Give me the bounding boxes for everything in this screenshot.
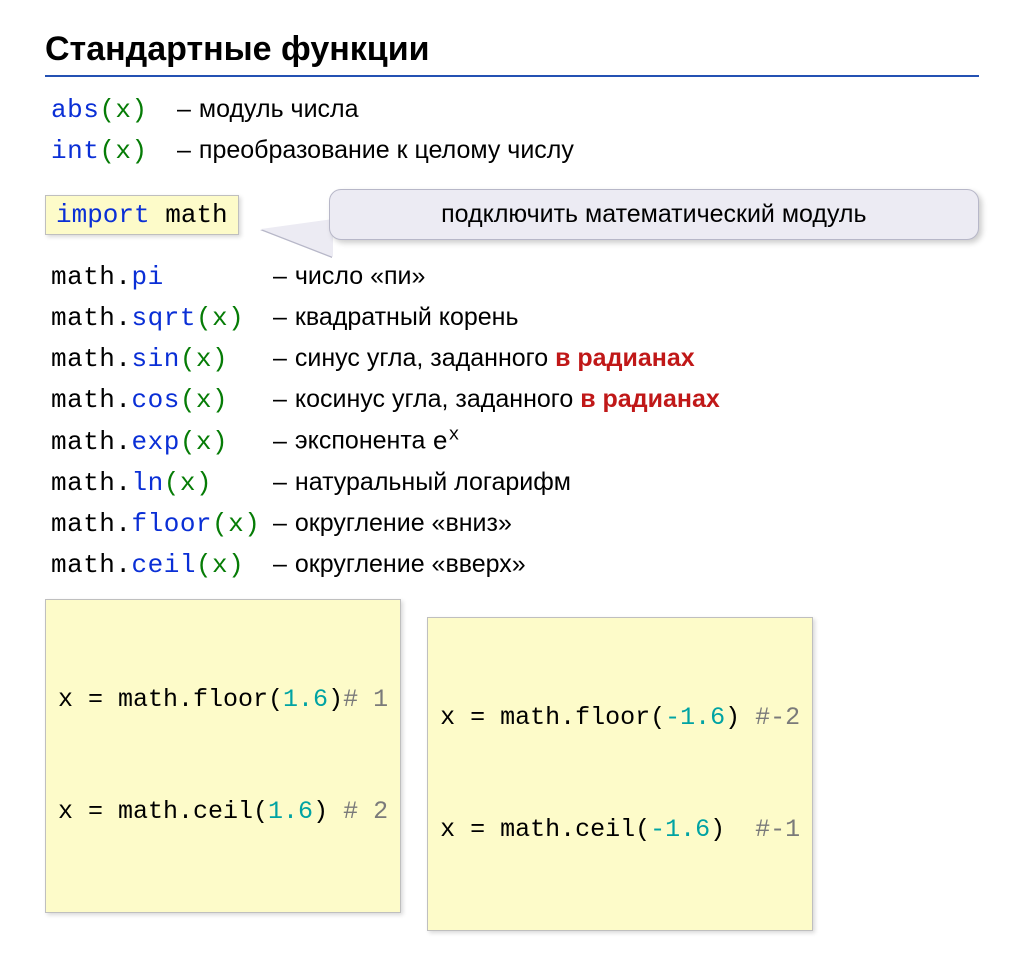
fn-desc: модуль числа xyxy=(199,91,979,129)
math-functions: math.pi–число «пи» math.sqrt(x)–квадратн… xyxy=(45,258,979,585)
fn-name: abs xyxy=(51,95,99,125)
callout-tail xyxy=(261,219,333,257)
import-statement: import math xyxy=(45,195,239,235)
fn-desc: преобразование к целому числу xyxy=(199,132,979,170)
fn-row: abs(x) – модуль числа xyxy=(51,91,979,130)
fn-row: math.ceil(x)–округление «вверх» xyxy=(51,546,979,585)
fn-row: math.pi–число «пи» xyxy=(51,258,979,297)
fn-row: math.sqrt(x)–квадратный корень xyxy=(51,299,979,338)
fn-row: math.sin(x)–синус угла, заданного в ради… xyxy=(51,340,979,379)
fn-row: math.exp(x)–экспонента ex xyxy=(51,422,979,462)
fn-name: int xyxy=(51,136,99,166)
callout-bubble: подключить математический модуль xyxy=(329,189,979,240)
page-title: Стандартные функции xyxy=(45,30,979,69)
example-box-negative: x = math.floor(-1.6) #-2 x = math.ceil(-… xyxy=(427,617,813,931)
builtin-functions: abs(x) – модуль числа int(x) – преобразо… xyxy=(45,91,979,171)
fn-row: math.ln(x)–натуральный логарифм xyxy=(51,464,979,503)
fn-row: math.floor(x)–округление «вниз» xyxy=(51,505,979,544)
fn-row: math.cos(x)–косинус угла, заданного в ра… xyxy=(51,381,979,420)
fn-args: (x) xyxy=(99,136,147,166)
divider xyxy=(45,75,979,77)
example-box-positive: x = math.floor(1.6)# 1 x = math.ceil(1.6… xyxy=(45,599,401,913)
fn-desc: экспонента ex xyxy=(295,422,979,462)
fn-row: int(x) – преобразование к целому числу xyxy=(51,132,979,171)
examples: x = math.floor(1.6)# 1 x = math.ceil(1.6… xyxy=(45,599,979,931)
fn-args: (x) xyxy=(99,95,147,125)
